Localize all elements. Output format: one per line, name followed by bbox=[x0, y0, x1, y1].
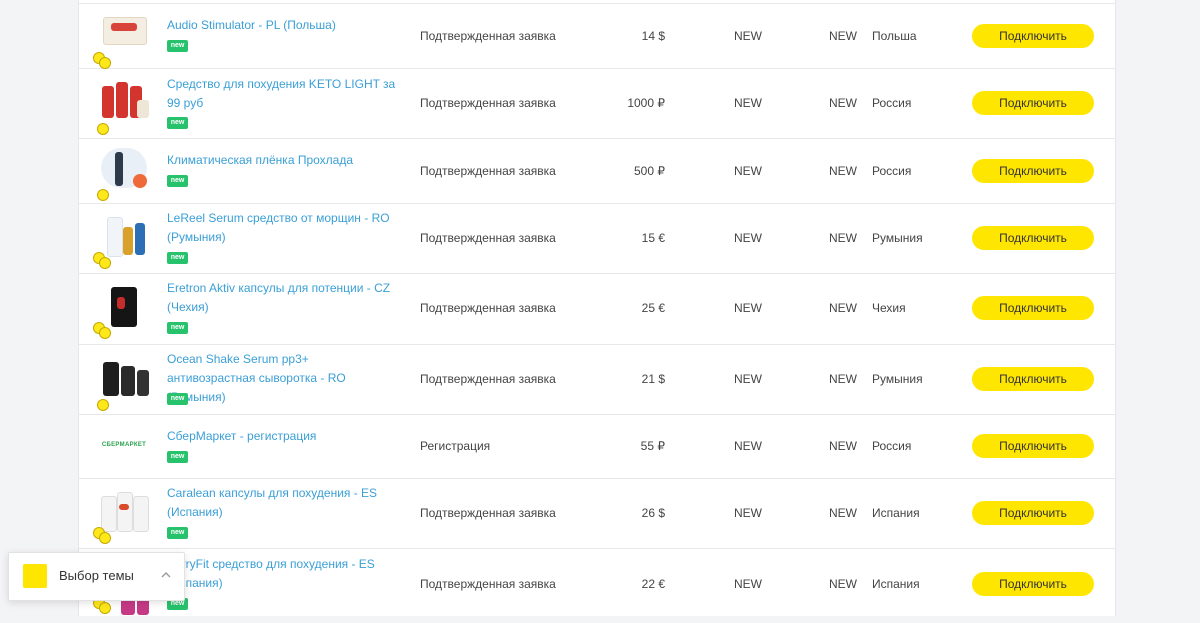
offer-name-link[interactable]: Eretron Aktiv капсулы для потенции - CZ … bbox=[167, 279, 399, 317]
payout: 21 $ bbox=[641, 372, 665, 386]
status-new: NEW bbox=[829, 372, 857, 386]
new-badge: new bbox=[167, 322, 188, 334]
coin-icon bbox=[91, 252, 115, 272]
conversion-type: Подтвержденная заявка bbox=[420, 506, 556, 520]
status-new: NEW bbox=[829, 96, 857, 110]
geo-country: Румыния bbox=[872, 231, 923, 245]
payout: 1000 ₽ bbox=[627, 96, 665, 110]
payout: 14 $ bbox=[641, 29, 665, 43]
connect-button[interactable]: Подключить bbox=[972, 91, 1094, 115]
offer-name-link[interactable]: Ocean Shake Serum pp3+ антивозрастная сы… bbox=[167, 350, 399, 407]
status-new: NEW bbox=[734, 164, 762, 178]
connect-button[interactable]: Подключить bbox=[972, 226, 1094, 250]
connect-button[interactable]: Подключить bbox=[972, 159, 1094, 183]
payout: 26 $ bbox=[641, 506, 665, 520]
geo-country: Россия bbox=[872, 164, 912, 178]
status-new: NEW bbox=[734, 506, 762, 520]
status-new: NEW bbox=[734, 29, 762, 43]
geo-country: Россия bbox=[872, 96, 912, 110]
chevron-up-icon[interactable] bbox=[160, 569, 172, 581]
status-new: NEW bbox=[829, 439, 857, 453]
conversion-type: Подтвержденная заявка bbox=[420, 164, 556, 178]
new-badge: new bbox=[167, 451, 188, 463]
payout: 55 ₽ bbox=[640, 439, 665, 453]
status-new: NEW bbox=[734, 439, 762, 453]
offer-name-link[interactable]: Caralean капсулы для похудения - ES (Исп… bbox=[167, 484, 399, 522]
offer-name-link[interactable]: BerryFit средство для похудения - ES (Ис… bbox=[167, 555, 399, 593]
coin-icon bbox=[91, 322, 115, 342]
status-new: NEW bbox=[734, 577, 762, 591]
new-badge: new bbox=[167, 527, 188, 539]
payout: 15 € bbox=[641, 231, 665, 245]
theme-color-swatch bbox=[23, 564, 47, 588]
sbermarket-logo: СБЕРМАРКЕТ bbox=[101, 442, 147, 448]
connect-button[interactable]: Подключить bbox=[972, 501, 1094, 525]
conversion-type: Подтвержденная заявка bbox=[420, 372, 556, 386]
payout: 500 ₽ bbox=[634, 164, 665, 178]
geo-country: Россия bbox=[872, 439, 912, 453]
offers-table: Audio Stimulator - PL (Польша) new Подтв… bbox=[78, 0, 1116, 616]
payout: 22 € bbox=[641, 577, 665, 591]
table-row: LeReel Serum средство от морщин - RO (Ру… bbox=[79, 204, 1115, 274]
geo-country: Польша bbox=[872, 29, 917, 43]
offer-name-link[interactable]: Средство для похудения KETO LIGHT за 99 … bbox=[167, 75, 399, 113]
offer-name-link[interactable]: LeReel Serum средство от морщин - RO (Ру… bbox=[167, 209, 399, 247]
table-row: Audio Stimulator - PL (Польша) new Подтв… bbox=[79, 4, 1115, 69]
status-new: NEW bbox=[734, 301, 762, 315]
offer-name-link[interactable]: Audio Stimulator - PL (Польша) bbox=[167, 16, 399, 35]
table-row: BerryFit средство для похудения - ES (Ис… bbox=[79, 549, 1115, 619]
conversion-type: Подтвержденная заявка bbox=[420, 231, 556, 245]
new-badge: new bbox=[167, 393, 188, 405]
coin-icon bbox=[91, 121, 115, 141]
new-badge: new bbox=[167, 252, 188, 264]
new-badge: new bbox=[167, 175, 188, 187]
status-new: NEW bbox=[829, 164, 857, 178]
status-new: NEW bbox=[829, 231, 857, 245]
new-badge: new bbox=[167, 40, 188, 52]
coin-icon bbox=[91, 527, 115, 547]
status-new: NEW bbox=[734, 231, 762, 245]
new-badge: new bbox=[167, 117, 188, 129]
status-new: NEW bbox=[734, 372, 762, 386]
status-new: NEW bbox=[829, 506, 857, 520]
table-row: Ocean Shake Serum pp3+ антивозрастная сы… bbox=[79, 345, 1115, 415]
conversion-type: Регистрация bbox=[420, 439, 491, 453]
table-row: Caralean капсулы для похудения - ES (Исп… bbox=[79, 479, 1115, 549]
connect-button[interactable]: Подключить bbox=[972, 24, 1094, 48]
connect-button[interactable]: Подключить bbox=[972, 367, 1094, 391]
theme-picker-label: Выбор темы bbox=[59, 568, 134, 583]
table-row: Eretron Aktiv капсулы для потенции - CZ … bbox=[79, 274, 1115, 345]
geo-country: Румыния bbox=[872, 372, 923, 386]
geo-country: Испания bbox=[872, 506, 920, 520]
payout: 25 € bbox=[641, 301, 665, 315]
status-new: NEW bbox=[734, 96, 762, 110]
table-row: СБЕРМАРКЕТ СберМаркет - регистрация new … bbox=[79, 415, 1115, 479]
table-row: Средство для похудения KETO LIGHT за 99 … bbox=[79, 69, 1115, 139]
conversion-type: Подтвержденная заявка bbox=[420, 29, 556, 43]
status-new: NEW bbox=[829, 29, 857, 43]
theme-picker[interactable]: Выбор темы bbox=[8, 552, 185, 601]
table-row: Климатическая плёнка Прохлада new Подтве… bbox=[79, 139, 1115, 204]
conversion-type: Подтвержденная заявка bbox=[420, 577, 556, 591]
connect-button[interactable]: Подключить bbox=[972, 434, 1094, 458]
conversion-type: Подтвержденная заявка bbox=[420, 96, 556, 110]
offer-name-link[interactable]: Климатическая плёнка Прохлада bbox=[167, 151, 399, 170]
connect-button[interactable]: Подключить bbox=[972, 296, 1094, 320]
connect-button[interactable]: Подключить bbox=[972, 572, 1094, 596]
geo-country: Чехия bbox=[872, 301, 906, 315]
offer-name-link[interactable]: СберМаркет - регистрация bbox=[167, 427, 399, 446]
conversion-type: Подтвержденная заявка bbox=[420, 301, 556, 315]
status-new: NEW bbox=[829, 301, 857, 315]
coin-icon bbox=[91, 397, 115, 417]
status-new: NEW bbox=[829, 577, 857, 591]
geo-country: Испания bbox=[872, 577, 920, 591]
